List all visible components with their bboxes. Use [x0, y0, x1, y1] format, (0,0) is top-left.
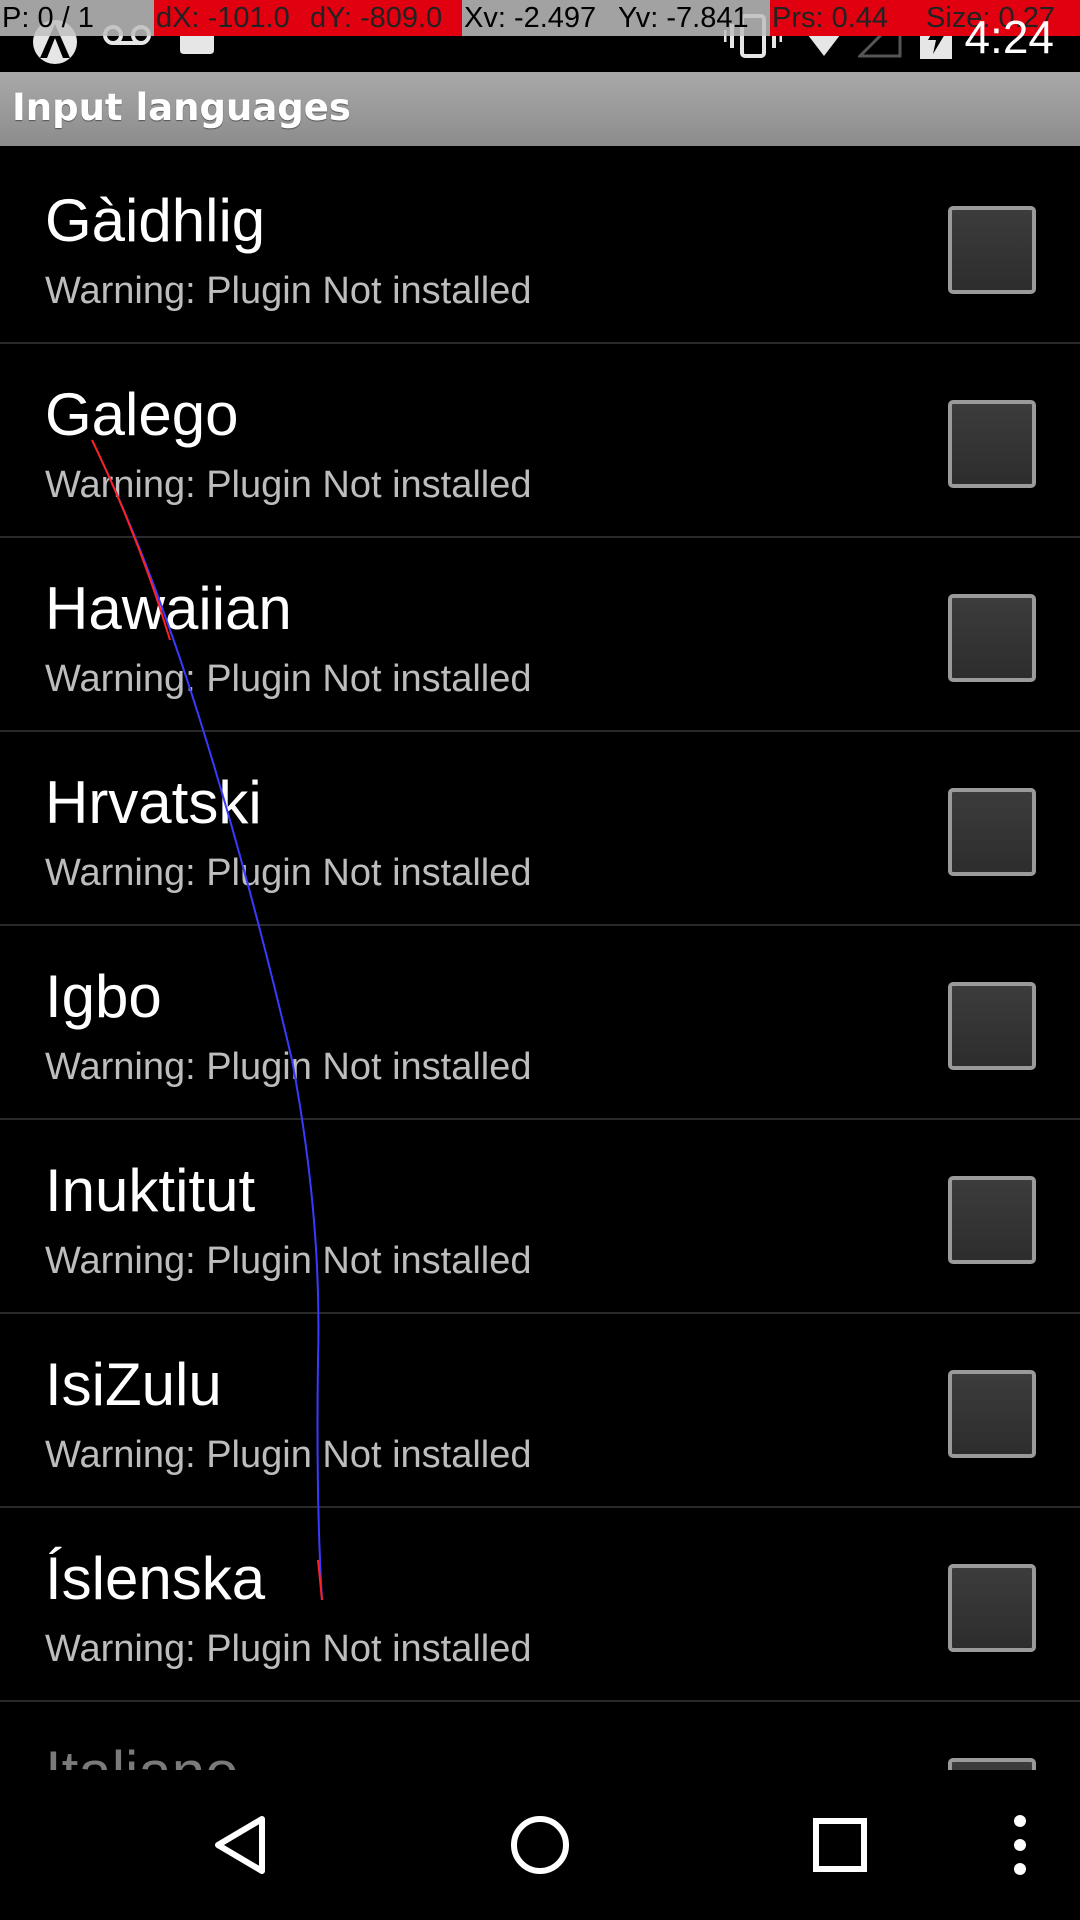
list-item[interactable]: Íslenska Warning: Plugin Not installed — [0, 1508, 1080, 1702]
title-bar: Input languages — [0, 72, 1080, 146]
language-summary: Warning: Plugin Not installed — [45, 1434, 532, 1476]
language-list[interactable]: Gàidhlig Warning: Plugin Not installed G… — [0, 150, 1080, 1770]
language-name: Gàidhlig — [45, 187, 266, 254]
navigation-bar — [0, 1770, 1080, 1920]
language-name: Hrvatski — [45, 769, 262, 836]
debug-velocity-y: Yv: -7.841 — [616, 0, 770, 36]
language-name: Galego — [45, 381, 239, 448]
debug-pointer-count: P: 0 / 1 — [0, 0, 154, 36]
language-checkbox[interactable] — [948, 206, 1036, 294]
language-summary: Warning: Plugin Not installed — [45, 1240, 532, 1282]
language-checkbox[interactable] — [948, 1176, 1036, 1264]
back-icon — [215, 1816, 265, 1874]
list-item[interactable]: Galego Warning: Plugin Not installed — [0, 344, 1080, 538]
language-name: Inuktitut — [45, 1157, 256, 1224]
list-item[interactable]: Hrvatski Warning: Plugin Not installed — [0, 732, 1080, 926]
language-summary: Warning: Plugin Not installed — [45, 658, 532, 700]
list-item[interactable]: Hawaiian Warning: Plugin Not installed — [0, 538, 1080, 732]
list-item[interactable]: Italiano — [0, 1702, 1080, 1770]
language-checkbox[interactable] — [948, 594, 1036, 682]
language-checkbox[interactable] — [948, 1370, 1036, 1458]
debug-velocity-x: Xv: -2.497 — [462, 0, 616, 36]
language-name: Igbo — [45, 963, 162, 1030]
overflow-menu-icon — [1014, 1815, 1026, 1875]
list-item[interactable]: IsiZulu Warning: Plugin Not installed — [0, 1314, 1080, 1508]
debug-pressure: Prs: 0.44 — [770, 0, 924, 36]
home-button[interactable] — [460, 1770, 620, 1920]
status-clock: 4:24 — [964, 11, 1054, 63]
back-button[interactable] — [160, 1770, 320, 1920]
recents-button[interactable] — [760, 1770, 920, 1920]
language-name: Italiano — [45, 1738, 238, 1770]
page-title: Input languages — [12, 86, 351, 129]
list-item[interactable]: Igbo Warning: Plugin Not installed — [0, 926, 1080, 1120]
language-name: Íslenska — [45, 1545, 266, 1612]
debug-delta-x: dX: -101.0 — [154, 0, 308, 36]
recents-icon — [813, 1818, 867, 1872]
language-summary: Warning: Plugin Not installed — [45, 1046, 532, 1088]
overflow-menu-button[interactable] — [960, 1770, 1080, 1920]
language-checkbox[interactable] — [948, 788, 1036, 876]
language-summary: Warning: Plugin Not installed — [45, 1628, 532, 1670]
list-item[interactable]: Inuktitut Warning: Plugin Not installed — [0, 1120, 1080, 1314]
language-summary: Warning: Plugin Not installed — [45, 852, 532, 894]
language-summary: Warning: Plugin Not installed — [45, 270, 532, 312]
language-checkbox[interactable] — [948, 1564, 1036, 1652]
list-item[interactable]: Gàidhlig Warning: Plugin Not installed — [0, 150, 1080, 344]
debug-delta-y: dY: -809.0 — [308, 0, 462, 36]
language-name: IsiZulu — [45, 1351, 222, 1418]
language-checkbox[interactable] — [948, 400, 1036, 488]
language-summary: Warning: Plugin Not installed — [45, 464, 532, 506]
language-name: Hawaiian — [45, 575, 292, 642]
language-checkbox[interactable] — [948, 1758, 1036, 1770]
pointer-debug-overlay: P: 0 / 1 dX: -101.0 dY: -809.0 Xv: -2.49… — [0, 0, 1080, 36]
home-icon — [511, 1816, 569, 1874]
language-checkbox[interactable] — [948, 982, 1036, 1070]
